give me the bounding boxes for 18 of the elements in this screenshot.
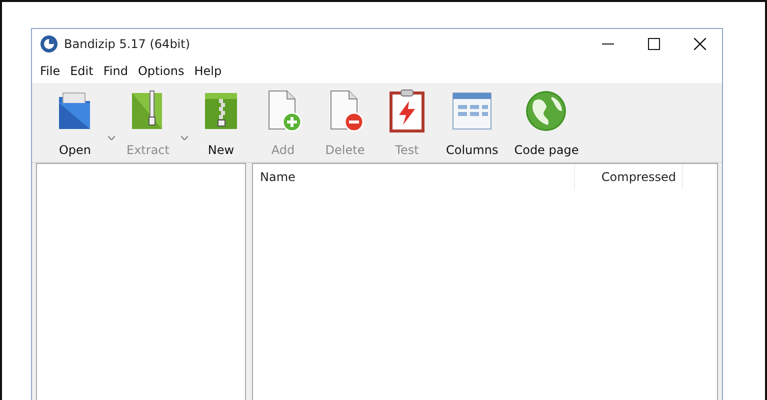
app-logo-icon <box>40 35 58 53</box>
menu-item[interactable]: Edit <box>65 64 98 78</box>
caret-icon <box>108 136 115 140</box>
column-header[interactable]: Name <box>253 164 575 190</box>
window-title: Bandizip 5.17 (64bit) <box>64 37 190 51</box>
column-header[interactable]: Compressed <box>575 164 683 190</box>
toolbar-button[interactable]: Open <box>44 89 106 157</box>
menu-item[interactable]: Options <box>132 64 190 78</box>
toolbar-button[interactable]: Columns <box>438 89 506 157</box>
globe-icon <box>524 89 568 133</box>
toolbar-button[interactable]: Code page <box>506 89 587 157</box>
maximize-icon <box>648 38 660 50</box>
close-icon <box>694 38 706 50</box>
caret-icon <box>181 136 188 140</box>
menu-item[interactable]: File <box>35 64 66 78</box>
menu-item[interactable]: Find <box>98 64 133 78</box>
menu-item[interactable]: Help <box>189 64 227 78</box>
toolbar-button[interactable]: New <box>190 89 252 157</box>
